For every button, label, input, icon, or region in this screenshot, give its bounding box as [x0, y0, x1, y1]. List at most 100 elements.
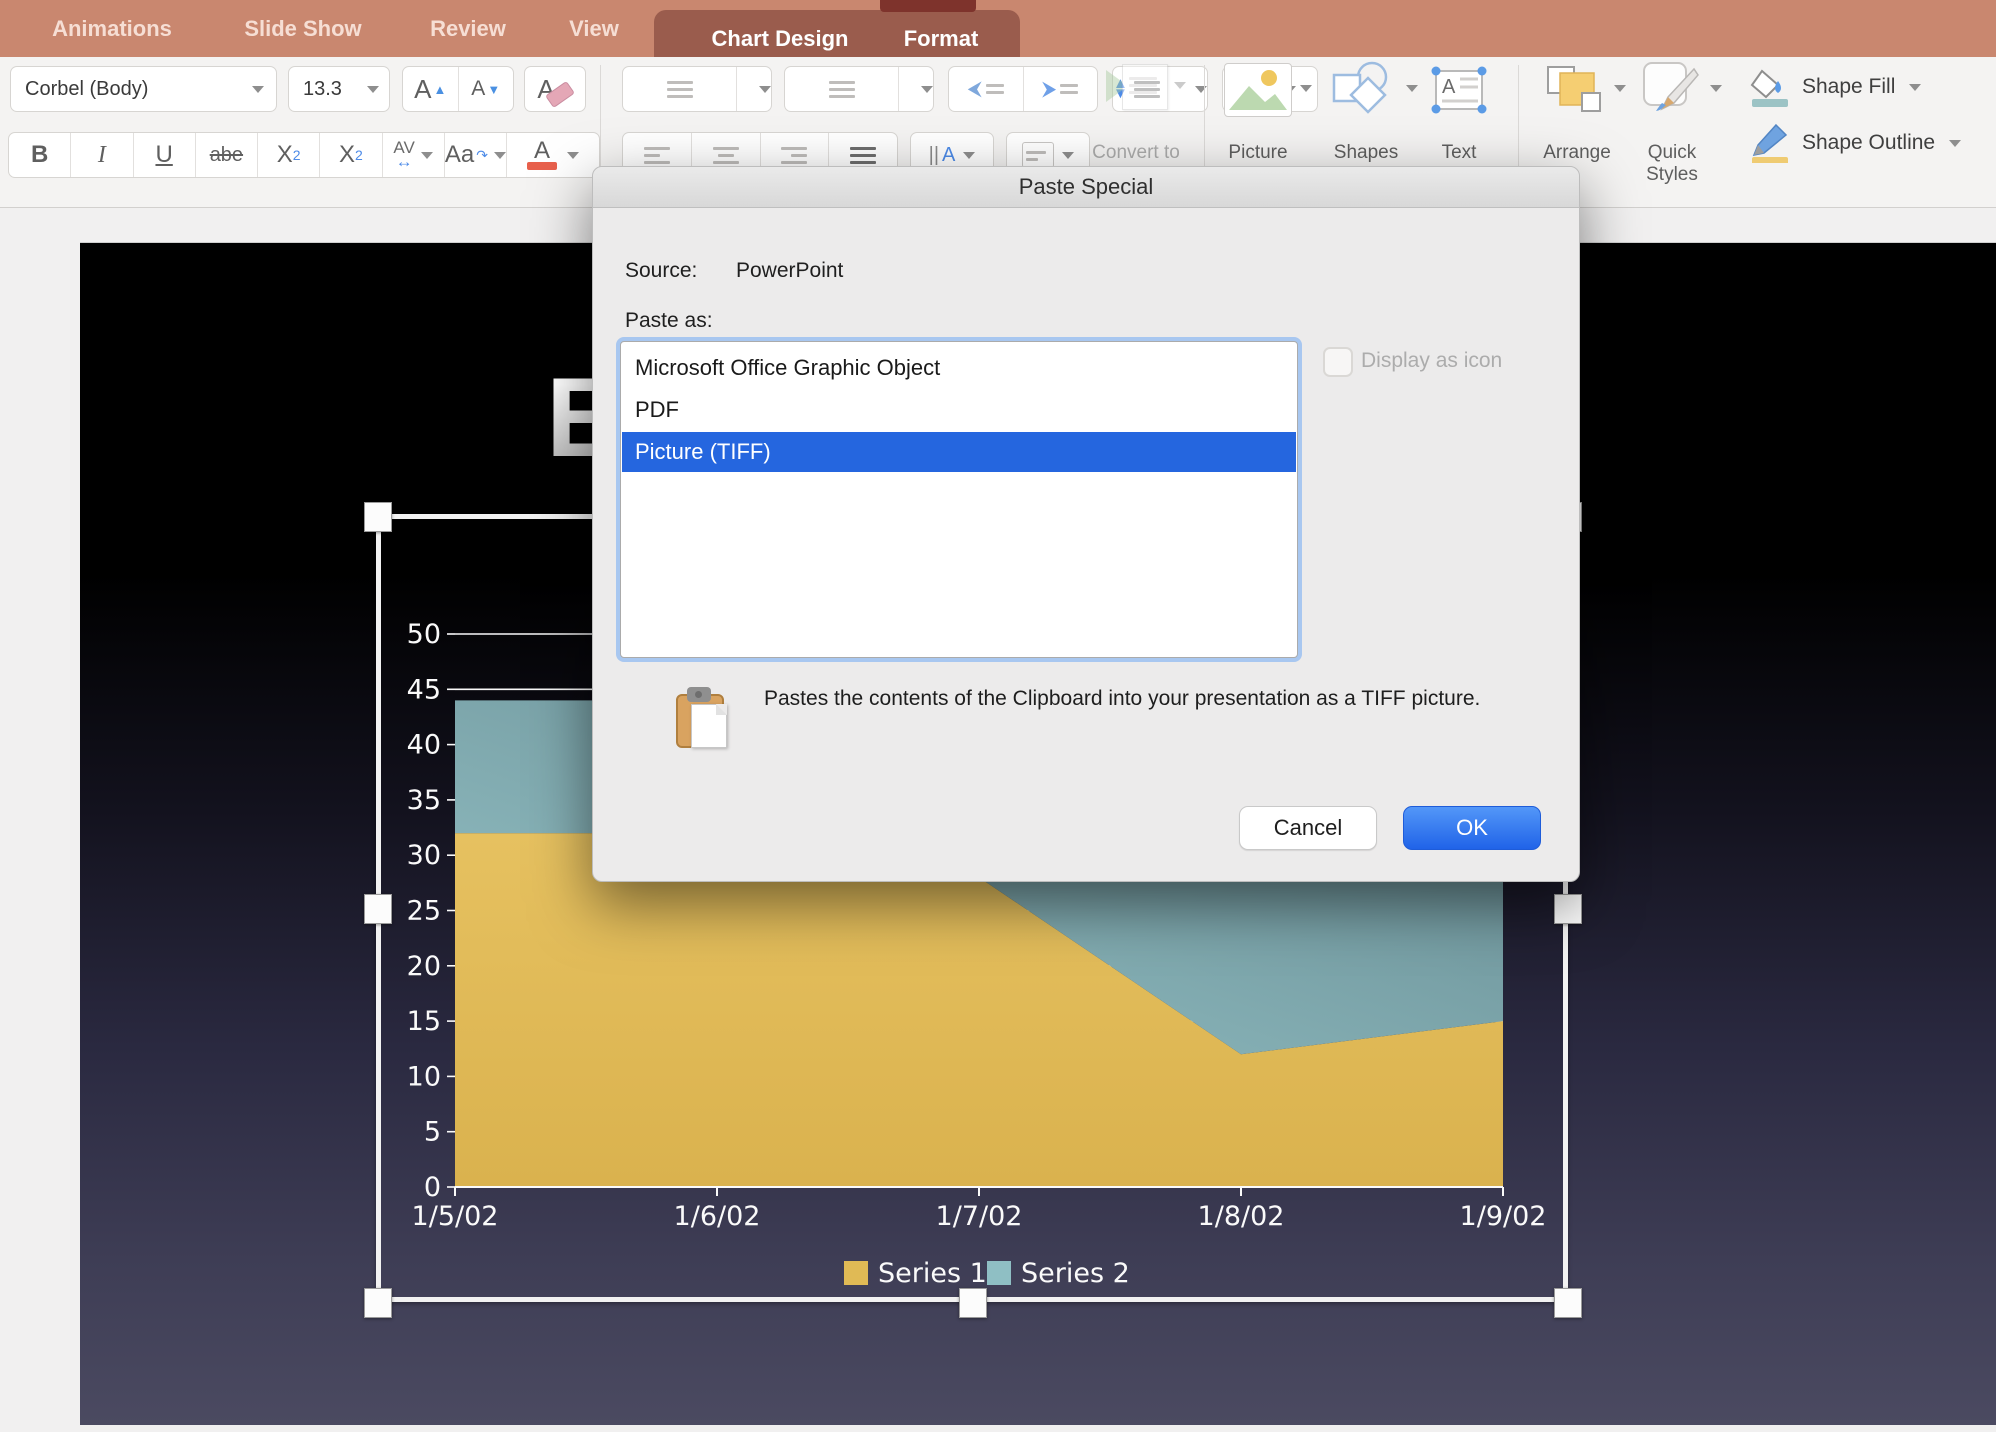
shrink-font-button[interactable]: A▼	[459, 67, 514, 111]
text-direction-icon: ||	[929, 144, 939, 167]
grow-font-button[interactable]: A▲	[403, 67, 459, 111]
window-accent-strip	[880, 0, 976, 12]
tab-chart-design[interactable]: Chart Design	[690, 10, 870, 67]
chevron-down-icon[interactable]	[1300, 85, 1312, 92]
list-item-graphic-object[interactable]: Microsoft Office Graphic Object	[622, 348, 1296, 388]
superscript-button[interactable]: X2	[258, 133, 320, 177]
chevron-down-icon[interactable]	[494, 152, 506, 159]
quick-styles-button[interactable]	[1642, 61, 1702, 117]
arrange-button[interactable]	[1540, 63, 1606, 115]
text-box-icon: A	[1428, 63, 1490, 115]
numbering-group	[784, 66, 934, 112]
strikethrough-button[interactable]: abe	[196, 133, 258, 177]
tab-animations[interactable]: Animations	[52, 0, 172, 57]
shape-fill-button[interactable]: Shape Fill	[1748, 67, 1996, 107]
bold-button[interactable]: B	[9, 133, 71, 177]
display-as-icon-checkbox[interactable]	[1323, 347, 1353, 377]
dialog-title[interactable]: Paste Special	[593, 167, 1579, 208]
lines-icon	[986, 80, 1004, 98]
align-text-icon	[1022, 142, 1054, 168]
bullets-dropdown[interactable]	[737, 67, 771, 111]
tab-view[interactable]: View	[548, 0, 640, 57]
font-size-value: 13.3	[289, 78, 342, 101]
clipboard-icon	[674, 687, 730, 747]
indent-right-icon: ⮞	[1042, 78, 1056, 101]
resize-handle-mid-right[interactable]	[1554, 894, 1582, 924]
numbering-button[interactable]	[785, 67, 899, 111]
chevron-down-icon[interactable]	[1949, 140, 1961, 147]
shapes-icon	[1330, 61, 1398, 117]
chevron-down-icon[interactable]	[421, 152, 433, 159]
align-left-icon	[644, 143, 670, 168]
align-center-icon	[713, 143, 739, 168]
display-as-icon-label: Display as icon	[1361, 349, 1502, 373]
resize-handle-bottom-mid[interactable]	[959, 1288, 987, 1318]
shape-outline-button[interactable]: Shape Outline	[1748, 123, 1996, 163]
ok-button[interactable]: OK	[1403, 806, 1541, 850]
change-case-button[interactable]: Aa↷	[445, 133, 507, 177]
align-right-icon	[781, 143, 807, 168]
chevron-down-icon	[1174, 82, 1186, 89]
numbering-dropdown[interactable]	[899, 67, 933, 111]
clear-formatting-button[interactable]: A	[524, 66, 586, 112]
font-color-button[interactable]: A	[507, 133, 599, 177]
shapes-label: Shapes	[1324, 142, 1408, 164]
chevron-down-icon[interactable]	[1614, 85, 1626, 92]
font-size-combo[interactable]: 13.3	[288, 66, 390, 112]
chevron-down-icon[interactable]	[963, 152, 975, 159]
italic-button[interactable]: I	[71, 133, 133, 177]
resize-handle-bottom-right[interactable]	[1554, 1288, 1582, 1318]
resize-handle-mid-left[interactable]	[364, 894, 392, 924]
insert-picture-button[interactable]	[1224, 63, 1292, 117]
picture-label: Picture	[1216, 142, 1300, 164]
paste-special-dialog: Paste Special Source: PowerPoint Paste a…	[592, 166, 1580, 882]
pencil-icon	[1748, 123, 1792, 163]
picture-icon	[1225, 64, 1289, 114]
cancel-button[interactable]: Cancel	[1239, 806, 1377, 850]
chevron-down-icon[interactable]	[1062, 152, 1074, 159]
lines-icon	[1060, 80, 1078, 98]
paint-bucket-icon	[1748, 67, 1792, 107]
insert-text-box-button[interactable]: A	[1428, 63, 1490, 115]
indent-group: ⮜ ⮞	[948, 66, 1098, 112]
font-name-combo[interactable]: Corbel (Body)	[10, 66, 277, 112]
insert-shapes-button[interactable]	[1330, 61, 1398, 117]
arrange-label: Arrange	[1534, 142, 1620, 164]
tab-slide-show[interactable]: Slide Show	[230, 0, 376, 57]
source-label: Source:	[625, 259, 697, 283]
subscript-button[interactable]: X2	[320, 133, 382, 177]
font-name-value: Corbel (Body)	[11, 78, 148, 101]
increase-indent-button[interactable]: ⮞	[1024, 67, 1098, 111]
resize-handle-top-left[interactable]	[364, 502, 392, 532]
paste-as-listbox[interactable]: Microsoft Office Graphic Object PDF Pict…	[620, 341, 1298, 658]
chevron-down-icon[interactable]	[567, 152, 579, 159]
character-spacing-button[interactable]: AV↔	[383, 133, 445, 177]
smartart-page-icon	[1122, 64, 1168, 110]
list-item-picture-tiff[interactable]: Picture (TIFF)	[622, 432, 1296, 472]
bullets-group	[622, 66, 772, 112]
indent-left-icon: ⮜	[968, 78, 982, 101]
contextual-tab-group: Chart Design Format	[654, 10, 1020, 57]
chevron-down-icon[interactable]	[1710, 85, 1722, 92]
tab-review[interactable]: Review	[414, 0, 522, 57]
svg-text:A: A	[1442, 76, 1456, 98]
tab-format[interactable]: Format	[886, 10, 996, 67]
chevron-down-icon[interactable]	[1909, 84, 1921, 91]
character-format-group: B I U abe X2 X2 AV↔ Aa↷ A	[8, 132, 600, 178]
curved-arrow-icon: ↷	[476, 147, 488, 164]
chevron-down-icon[interactable]	[367, 86, 379, 93]
chevron-down-icon[interactable]	[252, 86, 264, 93]
chevron-down-icon[interactable]	[1195, 86, 1207, 93]
chevron-down-icon[interactable]	[1406, 85, 1418, 92]
quick-styles-label: QuickStyles	[1622, 142, 1722, 186]
list-item-pdf[interactable]: PDF	[622, 390, 1296, 430]
numbered-list-icon	[829, 77, 855, 102]
ribbon-tab-bar: Animations Slide Show Review View Chart …	[0, 0, 1996, 57]
justify-icon	[850, 143, 876, 168]
underline-button[interactable]: U	[134, 133, 196, 177]
bullets-button[interactable]	[623, 67, 737, 111]
convert-to-smartart-button[interactable]	[1106, 62, 1186, 112]
decrease-indent-button[interactable]: ⮜	[949, 67, 1024, 111]
paste-as-label: Paste as:	[625, 309, 713, 333]
resize-handle-bottom-left[interactable]	[364, 1288, 392, 1318]
